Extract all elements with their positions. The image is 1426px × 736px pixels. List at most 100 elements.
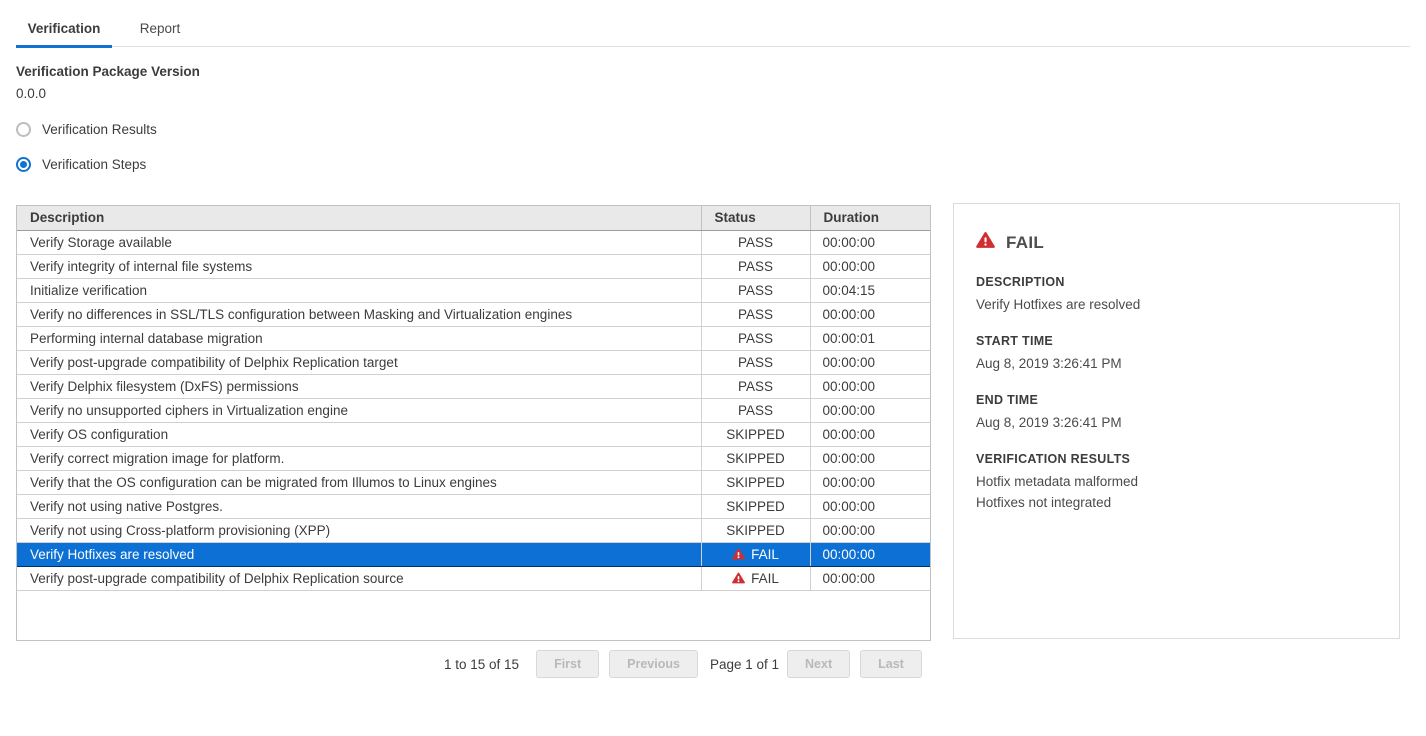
cell-duration: 00:00:00 (810, 422, 930, 446)
cell-status: PASS (701, 302, 810, 326)
table-row[interactable]: Verify integrity of internal file system… (17, 254, 930, 278)
table-row[interactable]: Verify not using native Postgres.SKIPPED… (17, 494, 930, 518)
column-header-description: Description (17, 206, 701, 230)
warning-icon (732, 548, 745, 560)
status-text: PASS (738, 307, 773, 322)
cell-duration: 00:00:00 (810, 350, 930, 374)
status-text: FAIL (751, 571, 779, 586)
radio-verification-results[interactable]: Verification Results (16, 121, 157, 137)
cell-status: PASS (701, 350, 810, 374)
warning-icon (732, 572, 745, 584)
detail-section-line: Aug 8, 2019 3:26:41 PM (976, 353, 1377, 374)
cell-description: Verify post-upgrade compatibility of Del… (17, 566, 701, 590)
cell-description: Initialize verification (17, 278, 701, 302)
cell-status: PASS (701, 374, 810, 398)
cell-status: PASS (701, 230, 810, 254)
detail-section: VERIFICATION RESULTS Hotfix metadata malf… (976, 452, 1377, 513)
cell-duration: 00:00:00 (810, 542, 930, 566)
radio-icon-selected (16, 157, 31, 172)
cell-description: Performing internal database migration (17, 326, 701, 350)
status-text: SKIPPED (726, 475, 785, 490)
cell-status: PASS (701, 254, 810, 278)
cell-duration: 00:00:00 (810, 398, 930, 422)
table-row[interactable]: Verify OS configuration SKIPPED 00:00:00 (17, 422, 930, 446)
package-version-value: 0.0.0 (16, 86, 46, 101)
detail-panel: FAIL DESCRIPTION Verify Hotfixes are reso… (953, 203, 1400, 639)
table-row[interactable]: Verify post-upgrade compatibility of Del… (17, 566, 930, 590)
cell-duration: 00:04:15 (810, 278, 930, 302)
detail-section-line: Hotfix metadata malformed (976, 471, 1377, 492)
status-text: PASS (738, 403, 773, 418)
status-text: PASS (738, 259, 773, 274)
tab-bar: Verification Report (16, 14, 1410, 47)
cell-status: PASS (701, 278, 810, 302)
table-row[interactable]: Verify Hotfixes are resolvedFAIL00:00:00 (17, 542, 930, 566)
cell-description: Verify Delphix filesystem (DxFS) permiss… (17, 374, 701, 398)
detail-sections: DESCRIPTION Verify Hotfixes are resolved S… (976, 275, 1377, 513)
cell-description: Verify not using Cross-platform provisio… (17, 518, 701, 542)
package-version-label: Verification Package Version (16, 64, 200, 79)
pagination: 1 to 15 of 15 First Previous Page 1 of 1… (444, 650, 932, 678)
cell-duration: 00:00:01 (810, 326, 930, 350)
table-row[interactable]: Verify post-upgrade compatibility of Del… (17, 350, 930, 374)
table-body: Verify Storage availablePASS00:00:00Veri… (17, 230, 930, 590)
detail-status-text: FAIL (1006, 233, 1044, 253)
cell-status: SKIPPED (701, 470, 810, 494)
tab-report[interactable]: Report (112, 14, 208, 46)
table-header-row: Description Status Duration (17, 206, 930, 230)
tab-verification[interactable]: Verification (16, 14, 112, 46)
cell-duration: 00:00:00 (810, 374, 930, 398)
table-row[interactable]: Verify no differences in SSL/TLS configu… (17, 302, 930, 326)
cell-duration: 00:00:00 (810, 494, 930, 518)
cell-status: PASS (701, 398, 810, 422)
cell-description: Verify integrity of internal file system… (17, 254, 701, 278)
detail-section-line: Verify Hotfixes are resolved (976, 294, 1377, 315)
cell-duration: 00:00:00 (810, 446, 930, 470)
status-text: SKIPPED (726, 499, 785, 514)
detail-section: DESCRIPTION Verify Hotfixes are resolved (976, 275, 1377, 315)
column-header-duration: Duration (810, 206, 930, 230)
status-text: PASS (738, 235, 773, 250)
radio-verification-steps[interactable]: Verification Steps (16, 156, 157, 172)
detail-section-label: START TIME (976, 334, 1377, 348)
status-text: PASS (738, 331, 773, 346)
cell-status: SKIPPED (701, 518, 810, 542)
cell-status: FAIL (701, 566, 810, 590)
next-page-button[interactable]: Next (787, 650, 850, 678)
detail-section: START TIME Aug 8, 2019 3:26:41 PM (976, 334, 1377, 374)
status-text: PASS (738, 379, 773, 394)
table-row[interactable]: Verify no unsupported ciphers in Virtual… (17, 398, 930, 422)
cell-description: Verify Hotfixes are resolved (17, 542, 701, 566)
table-row[interactable]: Performing internal database migration PA… (17, 326, 930, 350)
status-text: PASS (738, 283, 773, 298)
detail-section-label: END TIME (976, 393, 1377, 407)
verification-steps-table: Description Status Duration Verify Stora… (16, 205, 931, 641)
table-row[interactable]: Verify not using Cross-platform provisio… (17, 518, 930, 542)
detail-section: END TIMEAug 8, 2019 3:26:41 PM (976, 393, 1377, 433)
detail-section-label: DESCRIPTION (976, 275, 1377, 289)
pagination-range-text: 1 to 15 of 15 (444, 657, 519, 672)
cell-description: Verify that the OS configuration can be … (17, 470, 701, 494)
table-row[interactable]: Verify correct migration image for platf… (17, 446, 930, 470)
cell-status: SKIPPED (701, 422, 810, 446)
table-row[interactable]: Verify that the OS configuration can be … (17, 470, 930, 494)
view-mode-radio-group: Verification Results Verification Steps (16, 121, 157, 191)
cell-description: Verify no unsupported ciphers in Virtual… (17, 398, 701, 422)
table-row[interactable]: Verify Storage availablePASS00:00:00 (17, 230, 930, 254)
previous-page-button[interactable]: Previous (609, 650, 698, 678)
table-row[interactable]: Verify Delphix filesystem (DxFS) permiss… (17, 374, 930, 398)
detail-header: FAIL (976, 231, 1377, 254)
cell-description: Verify post-upgrade compatibility of Del… (17, 350, 701, 374)
status-text: SKIPPED (726, 523, 785, 538)
status-text: PASS (738, 355, 773, 370)
status-text: SKIPPED (726, 451, 785, 466)
detail-section-label: VERIFICATION RESULTS (976, 452, 1377, 466)
cell-description: Verify correct migration image for platf… (17, 446, 701, 470)
first-page-button[interactable]: First (536, 650, 599, 678)
column-header-status: Status (701, 206, 810, 230)
cell-description: Verify OS configuration (17, 422, 701, 446)
last-page-button[interactable]: Last (860, 650, 922, 678)
warning-icon (976, 231, 995, 254)
table-row[interactable]: Initialize verification PASS 00:04:15 (17, 278, 930, 302)
status-text: SKIPPED (726, 427, 785, 442)
